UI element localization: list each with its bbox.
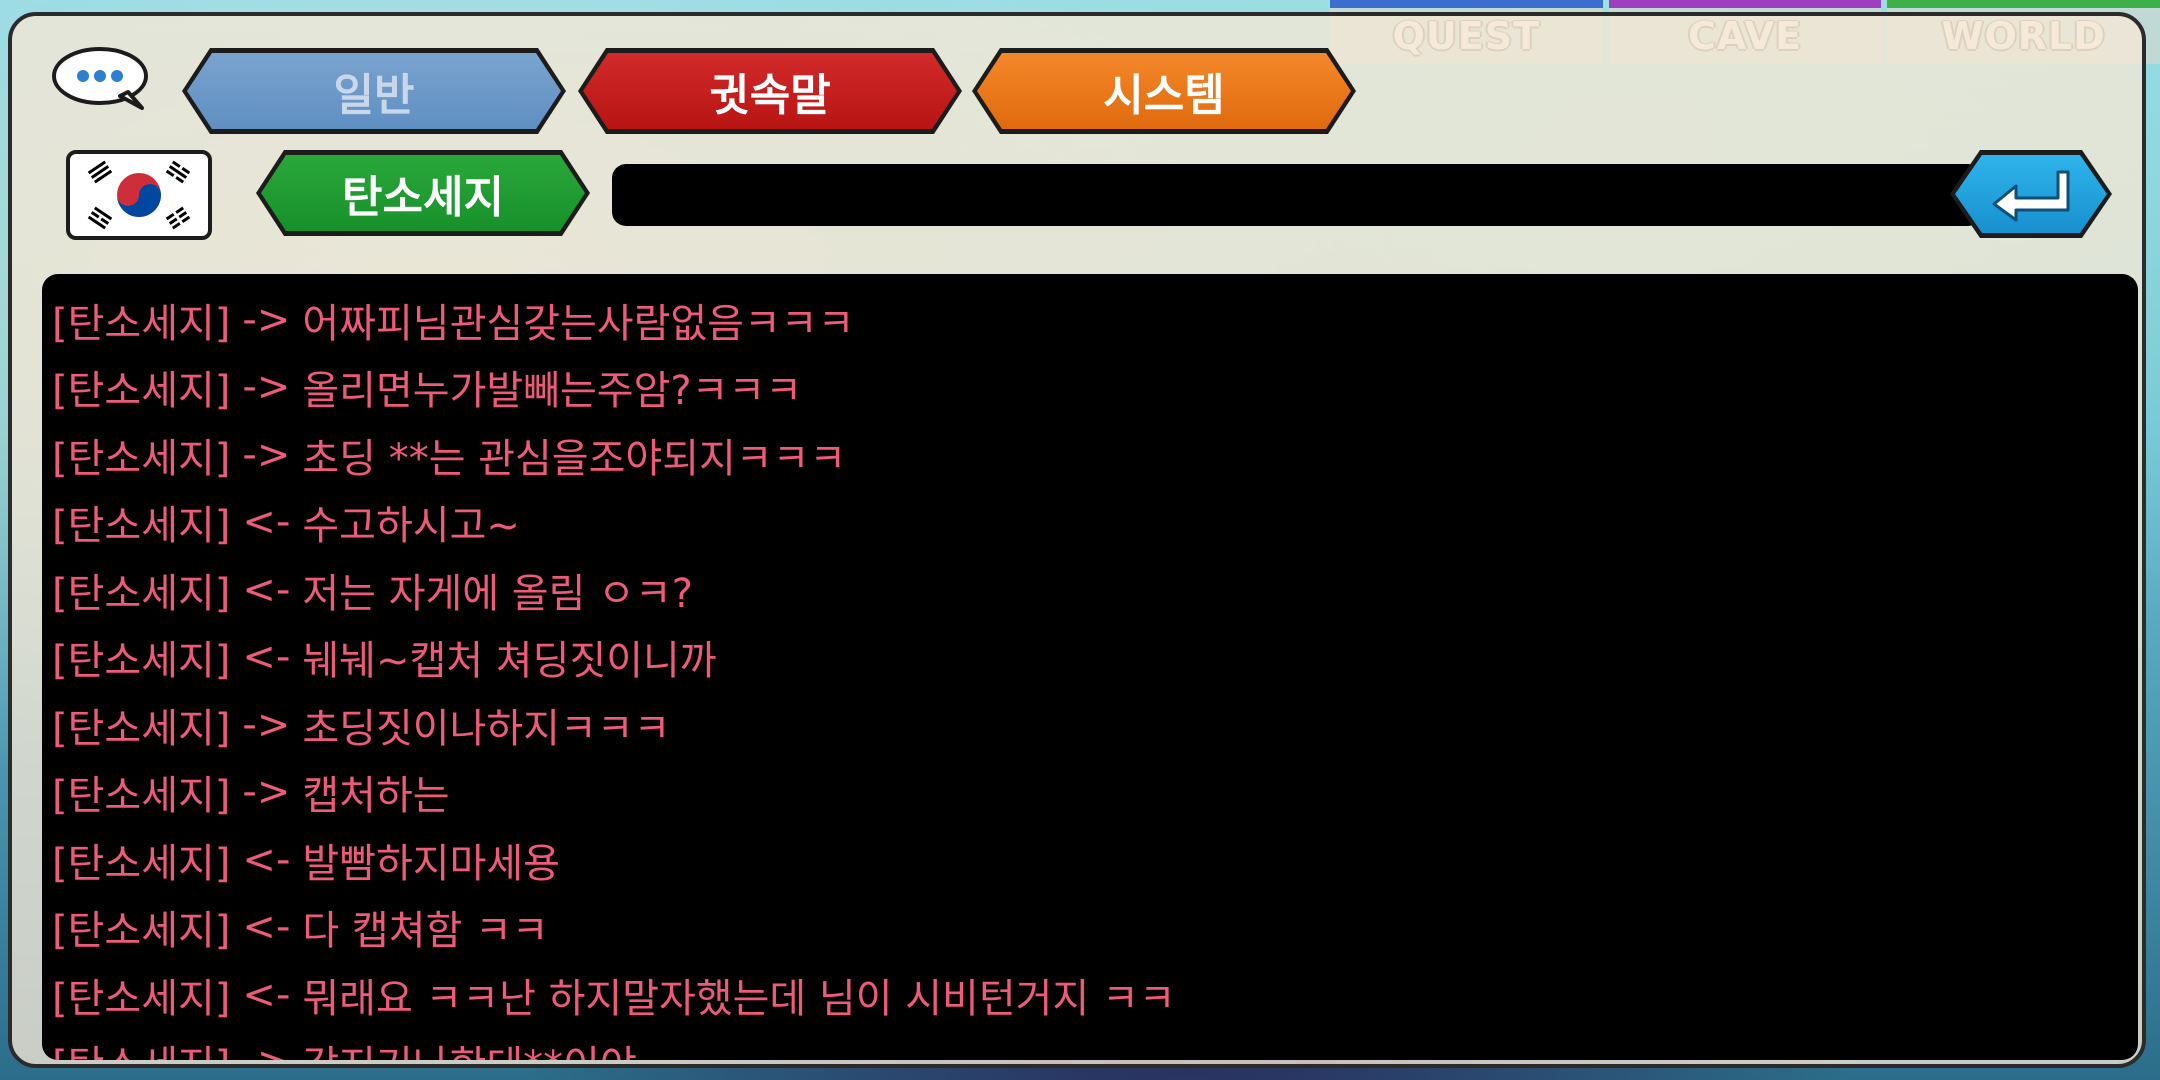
message-text: 어짜피님관심갖는사람없음ㅋㅋㅋ [302, 300, 855, 347]
message-direction: -> [242, 701, 291, 748]
message-text: 저는 자게에 올림 ㅇㅋ? [302, 570, 693, 617]
tab-general[interactable]: 일반 [182, 48, 566, 134]
chat-message: [탄소세지] <- 수고하시고~ [42, 489, 2138, 557]
message-text: 초딩짓이나하지ㅋㅋㅋ [302, 705, 671, 752]
chat-input[interactable] [612, 164, 1982, 226]
chat-message: [탄소세지] -> 어짜피님관심갖는사람없음ㅋㅋㅋ [42, 286, 2138, 354]
chat-message: [탄소세지] -> 같지기나한데**이야 [42, 1029, 2138, 1060]
chat-message: [탄소세지] <- 저는 자게에 올림 ㅇㅋ? [42, 556, 2138, 624]
message-sender[interactable]: [탄소세지] [52, 493, 230, 551]
tab-system[interactable]: 시스템 [972, 48, 1356, 134]
message-text: 뭐래요 ㅋㅋ난 하지말자했는데 님이 시비턴거지 ㅋㅋ [302, 975, 1176, 1022]
message-sender[interactable]: [탄소세지] [52, 426, 230, 484]
tab-general-label: 일반 [333, 70, 415, 121]
message-sender[interactable]: [탄소세지] [52, 763, 230, 821]
message-direction: <- [242, 904, 291, 951]
tab-system-label: 시스템 [1103, 70, 1225, 121]
message-direction: -> [242, 431, 291, 478]
chat-message-list[interactable]: [탄소세지] -> 어짜피님관심갖는사람없음ㅋㅋㅋ [탄소세지] -> 올리면누… [42, 274, 2138, 1060]
message-text: 캡처하는 [302, 773, 450, 820]
chat-message: [탄소세지] <- 다 캡쳐함 ㅋㅋ [42, 894, 2138, 962]
tab-whisper-label: 귓속말 [709, 70, 831, 121]
message-direction: <- [242, 566, 291, 613]
message-sender[interactable]: [탄소세지] [52, 561, 230, 619]
chat-window: 일반 귓속말 시스템 탄소세지 [탄소세지] -> 어짜피님관심갖는사람없음ㅋㅋ… [8, 12, 2146, 1068]
message-direction: -> [242, 296, 291, 343]
enter-arrow-icon [1986, 166, 2076, 222]
message-text: 올리면누가발빼는주암?ㅋㅋㅋ [302, 368, 803, 415]
message-sender[interactable]: [탄소세지] [52, 898, 230, 956]
chat-message: [탄소세지] <- 눼눼~캡처 쳐딩짓이니까 [42, 624, 2138, 692]
message-sender[interactable]: [탄소세지] [52, 1033, 230, 1060]
message-direction: <- [242, 499, 291, 546]
message-text: 다 캡쳐함 ㅋㅋ [302, 908, 549, 955]
chat-message: [탄소세지] -> 캡처하는 [42, 759, 2138, 827]
whisper-target-button[interactable]: 탄소세지 [256, 150, 590, 236]
message-direction: <- [242, 634, 291, 681]
tab-whisper[interactable]: 귓속말 [578, 48, 962, 134]
chat-message: [탄소세지] <- 뭐래요 ㅋㅋ난 하지말자했는데 님이 시비턴거지 ㅋㅋ [42, 961, 2138, 1029]
message-direction: <- [242, 836, 291, 883]
message-text: 초딩 **는 관심을조야되지ㅋㅋㅋ [302, 435, 847, 482]
message-text: 발빰하지마세용 [302, 840, 560, 887]
message-text: 같지기나한데**이야 [302, 1033, 636, 1060]
message-text: 눼눼~캡처 쳐딩짓이니까 [302, 638, 717, 685]
message-text: 수고하시고~ [302, 503, 520, 550]
chat-message: [탄소세지] -> 초딩 **는 관심을조야되지ㅋㅋㅋ [42, 421, 2138, 489]
message-sender[interactable]: [탄소세지] [52, 291, 230, 349]
message-sender[interactable]: [탄소세지] [52, 966, 230, 1024]
message-sender[interactable]: [탄소세지] [52, 358, 230, 416]
message-sender[interactable]: [탄소세지] [52, 628, 230, 686]
message-sender[interactable]: [탄소세지] [52, 696, 230, 754]
chat-message: [탄소세지] -> 초딩짓이나하지ㅋㅋㅋ [42, 691, 2138, 759]
message-direction: -> [242, 1039, 290, 1060]
whisper-target-label: 탄소세지 [342, 172, 504, 223]
message-direction: <- [242, 971, 291, 1018]
chat-message: [탄소세지] <- 발빰하지마세용 [42, 826, 2138, 894]
message-direction: -> [242, 364, 291, 411]
message-sender[interactable]: [탄소세지] [52, 831, 230, 889]
send-button[interactable] [1950, 150, 2112, 238]
message-direction: -> [242, 769, 291, 816]
language-flag-button[interactable] [66, 150, 212, 240]
korea-flag-icon [87, 160, 191, 230]
speech-bubble-icon[interactable] [50, 46, 150, 110]
chat-message: [탄소세지] -> 올리면누가발빼는주암?ㅋㅋㅋ [42, 354, 2138, 422]
